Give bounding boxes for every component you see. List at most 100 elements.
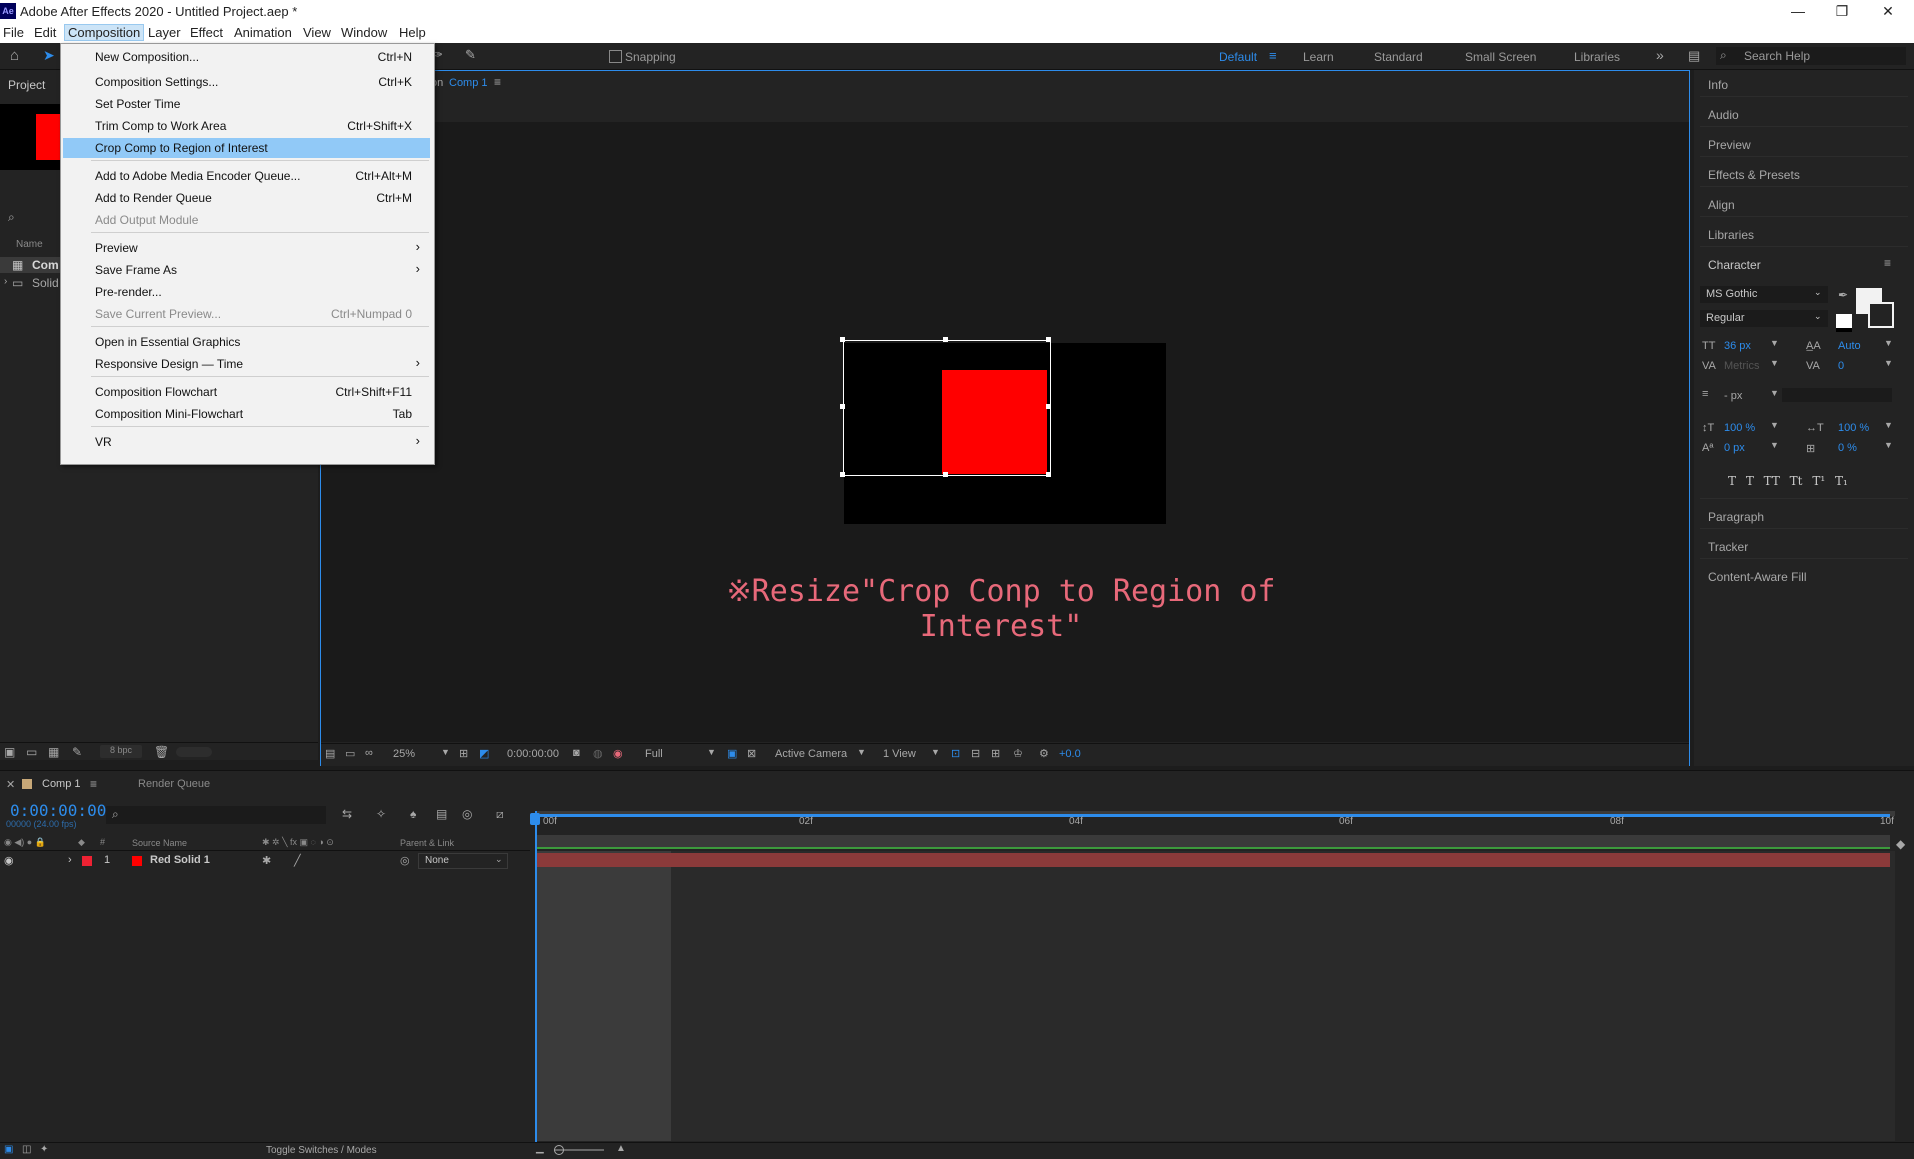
comp-tab-label[interactable]: Comp 1 <box>449 77 488 89</box>
layer-row[interactable]: ◉ › 1 Red Solid 1 ✱ ╱ ◎ None ⌄ <box>0 853 530 869</box>
font-style-select[interactable]: Regular ⌄ <box>1700 310 1828 327</box>
always-preview-icon[interactable]: ▤ <box>325 747 335 760</box>
home-icon[interactable]: ⌂ <box>10 47 19 64</box>
roi-handle-br[interactable] <box>1046 472 1051 477</box>
pin-tool-icon[interactable]: ✎ <box>465 47 476 63</box>
tracking-value[interactable]: 0 <box>1838 360 1844 372</box>
selection-tool-icon[interactable]: ➤ <box>43 47 55 64</box>
graph-editor-icon[interactable]: ⧄ <box>496 807 504 822</box>
menu-item-vr[interactable]: VR › <box>63 432 430 452</box>
layer-shy-switch-icon[interactable]: ✱ <box>262 854 271 867</box>
playhead[interactable] <box>535 811 537 1158</box>
workspace-learn[interactable]: Learn <box>1303 50 1334 64</box>
workspace-default[interactable]: Default <box>1219 50 1257 64</box>
layer-switches-toggle-icon[interactable]: ▣ <box>4 1144 13 1155</box>
workspace-menu-icon[interactable]: ≡ <box>1269 48 1277 63</box>
camera-select[interactable]: Active Camera <box>775 748 847 760</box>
snapshot-icon[interactable]: ◙ <box>573 747 580 759</box>
layer-name[interactable]: Red Solid 1 <box>150 854 210 866</box>
roi-handle-ml[interactable] <box>840 404 845 409</box>
menu-item-add-media-encoder[interactable]: Add to Adobe Media Encoder Queue... Ctrl+… <box>63 166 430 186</box>
tsume-dropdown-icon[interactable]: ▼ <box>1884 440 1893 450</box>
workspace-standard[interactable]: Standard <box>1374 50 1423 64</box>
av-features-icons[interactable]: ◉ ◀) ● 🔒 <box>4 837 46 848</box>
exposure-value[interactable]: +0.0 <box>1059 748 1081 760</box>
stroke-color-swatch[interactable] <box>1868 302 1894 328</box>
label-column-icon[interactable]: ◆ <box>78 837 85 848</box>
trash-icon[interactable]: 🗑 <box>154 745 169 759</box>
menu-layer[interactable]: Layer <box>145 25 184 40</box>
close-button[interactable]: ✕ <box>1868 1 1908 21</box>
comp-mini-flowchart-icon[interactable]: ⇆ <box>342 807 352 821</box>
panel-preview[interactable]: Preview <box>1708 138 1751 152</box>
snapping-checkbox[interactable] <box>609 50 622 63</box>
expand-arrow-icon[interactable]: › <box>4 276 7 287</box>
flowchart-icon[interactable]: ♔ <box>1013 747 1023 760</box>
menu-edit[interactable]: Edit <box>31 25 59 40</box>
view-layout-dropdown-icon[interactable]: ▼ <box>931 747 940 757</box>
horizontal-scale-dropdown-icon[interactable]: ▼ <box>1884 420 1893 430</box>
frame-blending-icon[interactable]: ▤ <box>436 807 447 821</box>
font-size-dropdown-icon[interactable]: ▼ <box>1770 338 1779 348</box>
maximize-button[interactable]: ❐ <box>1822 1 1862 21</box>
vr-goggles-icon[interactable]: ∞ <box>365 747 373 759</box>
panel-info[interactable]: Info <box>1708 78 1728 92</box>
shy-layers-icon[interactable]: ♠ <box>410 807 416 821</box>
fill-stroke-swatch-small[interactable] <box>1836 314 1852 332</box>
eyedropper-icon[interactable]: ✒ <box>1838 288 1848 302</box>
menu-view[interactable]: View <box>300 25 334 40</box>
resolution-select[interactable]: Full <box>645 748 663 760</box>
tsume-value[interactable]: 0 % <box>1838 442 1857 454</box>
new-folder-icon[interactable]: ▭ <box>26 745 37 759</box>
workspace-small-screen[interactable]: Small Screen <box>1465 50 1536 64</box>
layer-color-label[interactable] <box>82 856 92 866</box>
font-size-value[interactable]: 36 px <box>1724 340 1751 352</box>
view-layout-select[interactable]: 1 View <box>883 748 916 760</box>
stroke-width-dropdown-icon[interactable]: ▼ <box>1770 388 1779 398</box>
region-of-interest-icon[interactable]: ◩ <box>479 747 489 760</box>
project-search-icon[interactable]: ⌕ <box>8 210 15 225</box>
menu-item-open-essential-graphics[interactable]: Open in Essential Graphics <box>63 332 430 352</box>
render-3d-icon[interactable]: ⊟ <box>971 747 980 760</box>
panel-content-aware-fill[interactable]: Content-Aware Fill <box>1708 570 1806 584</box>
current-time-display[interactable]: 0:00:00:00 <box>10 801 106 820</box>
kerning-value[interactable]: Metrics <box>1724 360 1759 372</box>
roi-handle-mr[interactable] <box>1046 404 1051 409</box>
composition-viewer[interactable]: ※Resize"Crop Conp to Region of Interest" <box>321 122 1689 742</box>
keyboard-shortcuts-icon[interactable]: ▤ <box>1688 48 1700 64</box>
leading-dropdown-icon[interactable]: ▼ <box>1884 338 1893 348</box>
tracking-dropdown-icon[interactable]: ▼ <box>1884 358 1893 368</box>
menu-item-new-composition[interactable]: New Composition... Ctrl+N <box>63 47 430 67</box>
roi-handle-tc[interactable] <box>943 337 948 342</box>
menu-window[interactable]: Window <box>338 25 390 40</box>
camera-dropdown-icon[interactable]: ▼ <box>857 747 866 757</box>
roi-handle-bl[interactable] <box>840 472 845 477</box>
layer-expand-icon[interactable]: › <box>68 854 72 866</box>
bpc-button[interactable]: 8 bpc <box>100 745 142 758</box>
render-queue-tab[interactable]: Render Queue <box>138 778 210 790</box>
project-settings-icon[interactable]: ✎ <box>72 745 82 759</box>
menu-item-composition-settings[interactable]: Composition Settings... Ctrl+K <box>63 72 430 92</box>
region-of-interest-box[interactable] <box>843 340 1051 476</box>
search-help-field[interactable]: ⌕ Search Help <box>1716 47 1906 65</box>
zoom-out-icon[interactable]: ▁ <box>536 1143 544 1154</box>
roi-handle-bc[interactable] <box>943 472 948 477</box>
timeline-close-icon[interactable]: ✕ <box>6 778 15 791</box>
baseline-shift-value[interactable]: 0 px <box>1724 442 1745 454</box>
font-family-select[interactable]: MS Gothic ⌄ <box>1700 286 1828 303</box>
show-snapshot-icon[interactable]: ◍ <box>593 747 603 760</box>
index-column-header[interactable]: # <box>100 837 105 847</box>
transfer-controls-toggle-icon[interactable]: ◫ <box>22 1144 31 1155</box>
panel-align[interactable]: Align <box>1708 198 1735 212</box>
zoom-select[interactable]: 25% <box>393 748 415 760</box>
motion-blur-icon[interactable]: ◎ <box>462 807 472 821</box>
parent-link-header[interactable]: Parent & Link <box>400 838 454 848</box>
source-name-header[interactable]: Source Name <box>132 838 187 848</box>
pick-whip-icon[interactable]: ◎ <box>400 854 410 867</box>
layer-visibility-icon[interactable]: ◉ <box>4 854 14 867</box>
stroke-style-select[interactable] <box>1782 388 1892 402</box>
panel-character[interactable]: Character <box>1708 258 1761 272</box>
layer-search-field[interactable]: ⌕ <box>106 806 326 824</box>
thumbnail-size-slider[interactable] <box>176 747 212 757</box>
panel-tracker[interactable]: Tracker <box>1708 540 1748 554</box>
